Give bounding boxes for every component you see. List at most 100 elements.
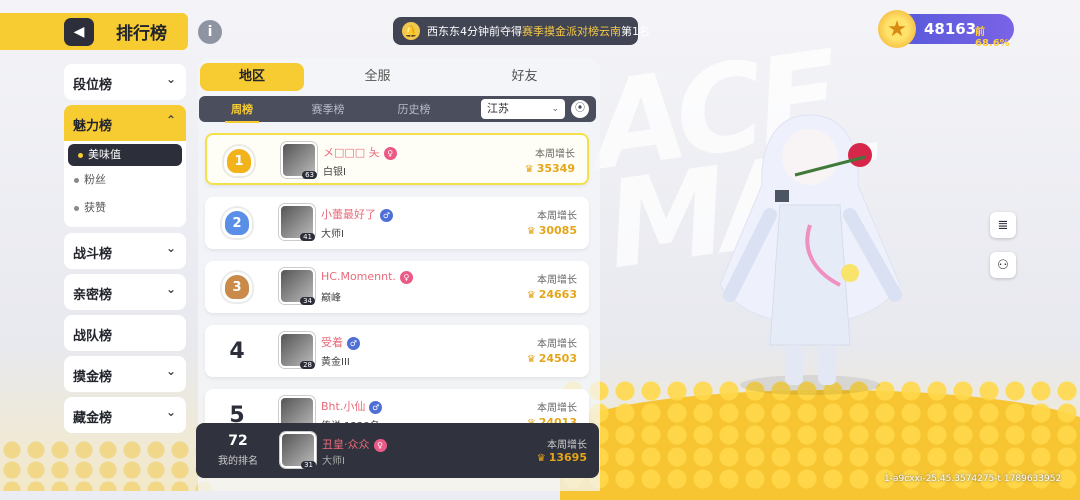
rank-number: 4 bbox=[229, 338, 245, 364]
crown-icon: ♛ bbox=[526, 290, 536, 301]
my-tier: 大师I bbox=[322, 456, 345, 467]
info-card-icon[interactable]: ≣ bbox=[990, 212, 1016, 238]
avatar[interactable]: 63 bbox=[281, 142, 317, 179]
avatar[interactable]: 28 bbox=[279, 332, 315, 369]
growth-label: 本周增长 bbox=[547, 440, 587, 451]
sidebar-item-rank[interactable]: 段位榜 ⌄ bbox=[64, 64, 186, 100]
chevron-down-icon: ⌄ bbox=[165, 405, 176, 419]
sub-label: 获赞 bbox=[84, 201, 106, 214]
name-text: 小蕾最好了 bbox=[321, 208, 376, 221]
growth-value: ♛ 35349 bbox=[525, 162, 575, 175]
region-value: 江苏 bbox=[487, 102, 509, 115]
player-tier: 黄金III bbox=[321, 357, 350, 368]
ranking-row[interactable]: 4 28 受着 ♂ 黄金III 本周增长 ♛ 24503 bbox=[205, 325, 589, 377]
ranking-row[interactable]: 2 41 小蕾最好了 ♂ 大师I 本周增长 ♛ 30085 bbox=[205, 197, 589, 249]
sidebar-item-team[interactable]: 战队榜 bbox=[64, 315, 186, 351]
my-avatar[interactable]: 31 bbox=[280, 432, 316, 469]
tab-season[interactable]: 赛季榜 bbox=[285, 101, 371, 117]
location-icon[interactable]: ⦿ bbox=[571, 100, 589, 118]
growth-number: 30085 bbox=[538, 224, 577, 237]
growth-number: 24663 bbox=[538, 288, 577, 301]
scope-tabs: 地区 全服 好友 bbox=[200, 63, 598, 91]
sidebar-item-label: 藏金榜 bbox=[73, 411, 113, 426]
sidebar-item-intimacy[interactable]: 亲密榜 ⌄ bbox=[64, 274, 186, 310]
my-name: 丑皇·众众 ♀ bbox=[322, 436, 387, 452]
sidebar-item-battle[interactable]: 战斗榜 ⌄ bbox=[64, 233, 186, 269]
region-select[interactable]: 江苏 ⌄ bbox=[481, 99, 565, 119]
growth-number: 13695 bbox=[548, 451, 587, 464]
character-model[interactable] bbox=[700, 95, 920, 395]
tab-weekly[interactable]: 周榜 bbox=[199, 101, 285, 123]
name-text: メ□□□ 夨 bbox=[323, 146, 380, 159]
name-text: 受着 bbox=[321, 336, 343, 349]
male-icon: ♂ bbox=[380, 208, 393, 222]
tab-history[interactable]: 历史榜 bbox=[371, 101, 457, 117]
score-percent: 前68.6% bbox=[975, 27, 1010, 49]
bell-icon: 🔔 bbox=[402, 22, 420, 40]
info-icon[interactable]: i bbox=[198, 20, 222, 44]
player-name: Bht.小仙 ♂ bbox=[321, 398, 383, 414]
tab-friends[interactable]: 好友 bbox=[451, 63, 598, 91]
my-rank-number: 72 bbox=[228, 433, 248, 449]
ranking-row[interactable]: 1 63 メ□□□ 夨 ♀ 白银I 本周增长 ♛ 35349 bbox=[205, 133, 589, 185]
sidebar-sub-fans[interactable]: 粉丝 bbox=[64, 166, 186, 194]
name-text: HC.Momennt. bbox=[321, 270, 396, 283]
score-panel[interactable]: ★ 48163 前68.6% bbox=[878, 10, 1014, 49]
female-icon: ♀ bbox=[383, 146, 397, 160]
female-icon: ♀ bbox=[373, 438, 387, 452]
player-tier: 大师I bbox=[321, 229, 344, 240]
bullet-icon bbox=[74, 205, 79, 211]
chevron-up-icon: ⌃ bbox=[165, 113, 176, 127]
player-tier: 巅峰 bbox=[321, 293, 341, 304]
notice-highlight: 赛季摸金派对榜云南 bbox=[522, 25, 621, 38]
back-arrow-icon: ◀ bbox=[73, 24, 85, 40]
notice-suffix: 第1名 bbox=[621, 25, 650, 38]
crown-icon: ♛ bbox=[526, 226, 536, 237]
notice-prefix: 西东东4分钟前夺得 bbox=[427, 25, 522, 38]
sidebar-item-charm[interactable]: 魅力榜 ⌃ 美味值 粉丝 获赞 bbox=[64, 105, 186, 227]
chevron-down-icon: ⌄ bbox=[165, 241, 176, 255]
growth-number: 24503 bbox=[538, 352, 577, 365]
level-badge: 63 bbox=[302, 171, 317, 179]
ranking-row[interactable]: 3 34 HC.Momennt. ♀ 巅峰 本周增长 ♛ 24663 bbox=[205, 261, 589, 313]
sidebar-sub-likes[interactable]: 获赞 bbox=[64, 194, 186, 222]
chevron-down-icon: ⌄ bbox=[551, 104, 559, 114]
left-floor-pattern bbox=[0, 440, 220, 491]
male-icon: ♂ bbox=[347, 336, 360, 350]
sidebar-item-label: 战斗榜 bbox=[73, 247, 113, 262]
star-icon: ★ bbox=[878, 10, 916, 48]
growth-label: 本周增长 bbox=[537, 403, 577, 414]
notice-banner[interactable]: 🔔 西东东4分钟前夺得 赛季摸金派对榜云南 第1名 bbox=[393, 17, 650, 45]
player-name: 小蕾最好了 ♂ bbox=[321, 206, 393, 222]
bullet-icon bbox=[74, 177, 79, 183]
tab-server[interactable]: 全服 bbox=[304, 63, 451, 91]
add-friend-icon[interactable]: ⚇ bbox=[990, 252, 1016, 278]
tab-region[interactable]: 地区 bbox=[200, 63, 304, 91]
bullet-icon bbox=[78, 152, 83, 158]
level-badge: 41 bbox=[300, 233, 315, 241]
male-icon: ♂ bbox=[369, 400, 383, 414]
sidebar-item-label: 亲密榜 bbox=[73, 288, 113, 303]
my-rank-label: 我的排名 bbox=[218, 456, 258, 467]
chevron-down-icon: ⌄ bbox=[165, 364, 176, 378]
sidebar-item-label: 段位榜 bbox=[73, 78, 113, 93]
crown-icon: ♛ bbox=[524, 164, 534, 175]
avatar[interactable]: 34 bbox=[279, 268, 315, 305]
growth-value: ♛ 24663 bbox=[527, 288, 577, 301]
name-text: Bht.小仙 bbox=[321, 400, 366, 413]
sidebar-sub-tasty[interactable]: 美味值 bbox=[68, 144, 182, 166]
back-button[interactable]: ◀ bbox=[64, 18, 94, 46]
avatar[interactable]: 41 bbox=[279, 204, 315, 241]
sidebar-item-hoard[interactable]: 藏金榜 ⌄ bbox=[64, 397, 186, 433]
player-name: メ□□□ 夨 ♀ bbox=[323, 144, 397, 160]
my-rank-bar[interactable]: 72 我的排名 31 丑皇·众众 ♀ 大师I 本周增长 ♛ 13695 bbox=[196, 423, 599, 478]
growth-value: ♛ 13695 bbox=[537, 451, 587, 464]
sidebar-item-gold[interactable]: 摸金榜 ⌄ bbox=[64, 356, 186, 392]
rank-badge: 1 bbox=[221, 143, 257, 179]
rank-badge: 2 bbox=[219, 205, 255, 241]
name-text: 丑皇·众众 bbox=[322, 438, 370, 451]
crown-icon: ♛ bbox=[536, 453, 546, 464]
period-tabs: 周榜 赛季榜 历史榜 江苏 ⌄ ⦿ bbox=[199, 96, 596, 123]
blue-badge-icon: 2 bbox=[222, 208, 252, 238]
growth-label: 本周增长 bbox=[537, 275, 577, 286]
